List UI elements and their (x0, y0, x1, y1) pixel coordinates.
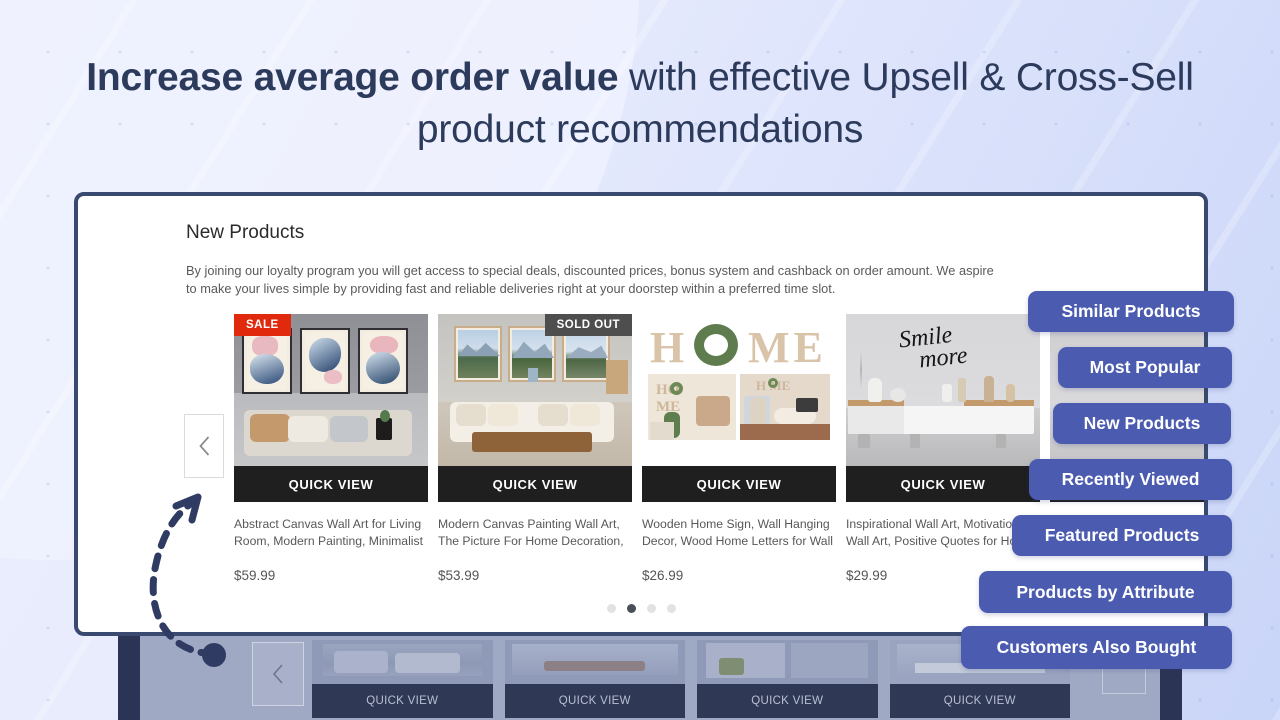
product-title: Modern Canvas Painting Wall Art, The Pic… (438, 517, 624, 548)
product-image: H ME HO ME H ME (642, 314, 836, 466)
product-image: SALE (234, 314, 428, 466)
arrow-origin-dot (202, 643, 226, 667)
preview-quick-view-button: QUICK VIEW (504, 684, 685, 718)
feature-pill-products-by-attribute[interactable]: Products by Attribute (979, 571, 1232, 613)
feature-pill-recently-viewed[interactable]: Recently Viewed (1029, 459, 1232, 500)
product-price: $26.99 (642, 568, 684, 583)
carousel-dot[interactable] (646, 604, 656, 613)
product-image: Smile more (846, 314, 1040, 466)
preview-card-image (312, 640, 493, 684)
preview-quick-view-button: QUICK VIEW (889, 684, 1070, 718)
section-description: By joining our loyalty program you will … (186, 263, 994, 296)
preview-card: QUICK VIEW (697, 640, 878, 720)
product-card[interactable]: Smile more QUICK VIEW Inspirational Wall… (846, 314, 1040, 604)
feature-pill-new-products[interactable]: New Products (1053, 403, 1231, 444)
product-card[interactable]: H ME HO ME H ME QUICK VIEW Wooden Home S… (642, 314, 836, 604)
carousel-dot[interactable] (606, 604, 616, 613)
product-title: Wooden Home Sign, Wall Hanging Decor, Wo… (642, 517, 834, 548)
preview-card-row: QUICK VIEW QUICK VIEW QUICK VIEW QUICK V… (312, 640, 1070, 720)
product-title: Inspirational Wall Art, Motivational Wal… (846, 517, 1034, 548)
preview-quick-view-button: QUICK VIEW (697, 684, 878, 718)
quick-view-button[interactable]: QUICK VIEW (642, 466, 836, 502)
quick-view-button[interactable]: QUICK VIEW (846, 466, 1040, 502)
preview-card: QUICK VIEW (504, 640, 685, 720)
feature-pill-customers-also-bought[interactable]: Customers Also Bought (961, 626, 1232, 669)
product-image: SOLD OUT (438, 314, 632, 466)
preview-quick-view-button: QUICK VIEW (312, 684, 493, 718)
headline-bold-text: Increase average order value (86, 56, 619, 99)
dashed-curved-arrow (149, 493, 226, 667)
feature-pill-most-popular[interactable]: Most Popular (1058, 347, 1232, 388)
carousel-dot-active[interactable] (626, 604, 636, 613)
page-headline: Increase average order value with effect… (64, 52, 1216, 156)
quick-view-button[interactable]: QUICK VIEW (438, 466, 632, 502)
preview-card-image (697, 640, 878, 684)
product-price: $53.99 (438, 568, 480, 583)
section-title: New Products (186, 222, 305, 243)
preview-card: QUICK VIEW (312, 640, 493, 720)
product-badge: SALE (234, 314, 291, 336)
chevron-left-icon (198, 436, 209, 456)
feature-pill-featured-products[interactable]: Featured Products (1012, 515, 1232, 556)
preview-card-image (504, 640, 685, 684)
carousel-dot[interactable] (666, 604, 676, 613)
carousel-prev-button[interactable] (184, 414, 224, 478)
product-card[interactable]: SOLD OUT QUICK VIEW Modern Canvas Painti… (438, 314, 632, 604)
preview-left-edge-bar (118, 636, 140, 720)
feature-pill-similar-products[interactable]: Similar Products (1028, 291, 1234, 332)
product-badge: SOLD OUT (544, 314, 632, 336)
